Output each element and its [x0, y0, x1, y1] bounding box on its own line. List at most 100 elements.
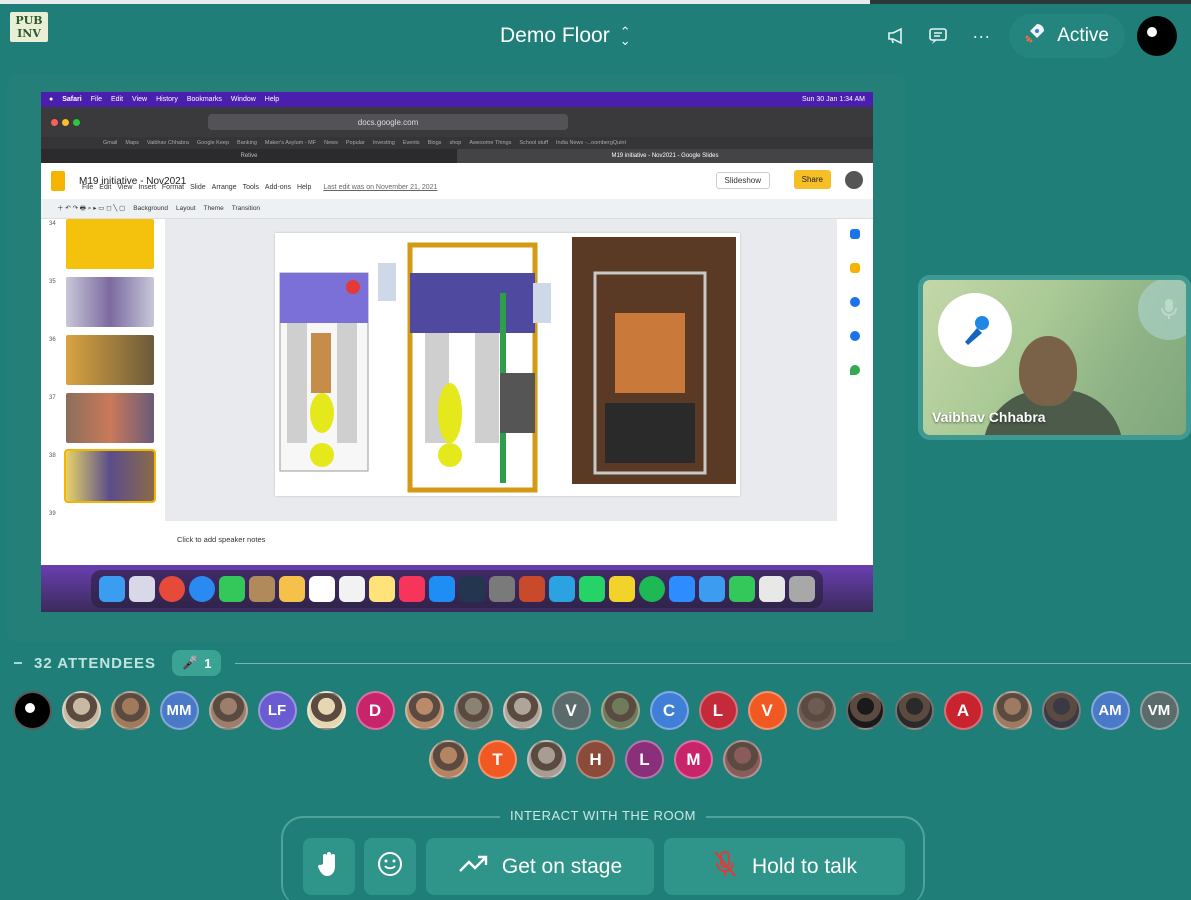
mail-icon — [699, 575, 725, 602]
attendee-avatar[interactable]: V — [551, 691, 591, 730]
attendee-avatar[interactable] — [527, 740, 566, 779]
contacts-app-icon — [249, 575, 275, 602]
tasks-icon — [850, 297, 860, 307]
attendee-avatar[interactable]: L — [698, 691, 738, 730]
mic-off-icon — [712, 849, 738, 885]
mic-status-icon[interactable] — [1138, 280, 1186, 340]
screen-share: ● Safari File Edit View History Bookmark… — [41, 92, 873, 612]
slide-thumb-row: 39 — [41, 509, 165, 567]
attendee-avatar[interactable] — [992, 691, 1032, 730]
last-edit: Last edit was on November 21, 2021 — [323, 184, 438, 191]
attendee-avatar[interactable] — [404, 691, 444, 730]
attendee-initials: H — [589, 749, 602, 769]
slides-avatar — [845, 171, 863, 189]
bookmark-item: Events — [402, 140, 420, 146]
slide-thumb — [66, 277, 154, 327]
attendee-avatar[interactable] — [845, 691, 885, 730]
bookmarks-bar: Gmail Maps Vaibhav Chhabra Google Keep B… — [41, 137, 873, 149]
attendee-avatar[interactable] — [502, 691, 542, 730]
slide-number: 37 — [49, 395, 56, 401]
room-selector[interactable]: Demo Floor ⌃ ⌄ — [500, 20, 631, 52]
bookmark-item: Maker's Asylum - MF — [264, 140, 317, 146]
attendee-avatar[interactable] — [723, 740, 762, 779]
attendee-avatar[interactable]: C — [649, 691, 689, 730]
attendee-avatar[interactable]: M — [674, 740, 713, 779]
slide-thumb-row: 35 — [41, 277, 165, 335]
megaphone-icon[interactable] — [879, 18, 915, 54]
slide-number: 39 — [49, 511, 56, 517]
hold-to-talk-button[interactable]: Hold to talk — [664, 838, 905, 895]
attendee-avatar[interactable] — [453, 691, 493, 730]
attendee-avatar[interactable]: H — [576, 740, 615, 779]
bookmark-item: School stuff — [519, 140, 549, 146]
get-on-stage-button[interactable]: Get on stage — [426, 838, 654, 895]
raise-hand-button[interactable] — [303, 838, 355, 895]
top-strip — [0, 0, 870, 4]
slide-number: 36 — [49, 337, 56, 343]
bookmark-item: India News -...oombergQuint — [556, 140, 627, 146]
attendee-avatar[interactable]: VM — [1139, 691, 1179, 730]
spotify-icon — [639, 575, 665, 602]
menubar-item: File — [90, 96, 102, 103]
apple-icon: ● — [49, 96, 54, 103]
avatar-dot — [24, 703, 35, 713]
toolbar-item: Transition — [231, 205, 261, 212]
chat-icon[interactable] — [921, 18, 957, 54]
attendee-initials: D — [368, 700, 382, 720]
on-stage-badge[interactable]: 🎤 1 — [172, 650, 222, 676]
attendee-row: T H LM — [0, 740, 1191, 779]
attendee-avatar[interactable]: AM — [1090, 691, 1130, 730]
attendee-avatar[interactable]: MM — [159, 691, 199, 730]
my-avatar[interactable] — [1137, 16, 1177, 56]
video-tile[interactable]: Vaibhav Chhabra — [918, 275, 1191, 440]
slide-thumb — [66, 335, 154, 385]
messages-icon — [219, 575, 245, 602]
attendee-avatar[interactable] — [796, 691, 836, 730]
slides-menu-item: Arrange — [211, 184, 237, 191]
settings-icon — [489, 575, 515, 602]
bookmark-item: Banking — [237, 140, 257, 146]
slide-thumb-selected — [64, 449, 156, 503]
top-actions: ··· Active — [879, 14, 1177, 58]
emoji-button[interactable] — [364, 838, 416, 895]
attendee-avatar[interactable] — [894, 691, 934, 730]
speaker-notes: Click to add speaker notes — [165, 521, 837, 565]
attendee-avatar[interactable] — [110, 691, 150, 730]
video-person-head — [1019, 336, 1077, 406]
slides-menu-item: File — [82, 184, 94, 191]
pubinv-logo[interactable]: PUB INV — [10, 12, 48, 42]
zoom-icon — [669, 575, 695, 602]
attendee-avatar[interactable] — [306, 691, 346, 730]
attendee-avatar[interactable] — [1041, 691, 1081, 730]
toolbar-item: Layout — [175, 205, 196, 212]
collapse-toggle[interactable] — [14, 662, 22, 664]
slides-menu: File Edit View Insert Format Slide Arran… — [82, 184, 437, 191]
facetime-icon — [729, 575, 755, 602]
attendee-initials: LF — [267, 702, 287, 719]
url-bar: docs.google.com — [208, 114, 568, 130]
attendee-avatar[interactable] — [208, 691, 248, 730]
attendee-avatar[interactable] — [600, 691, 640, 730]
attendee-initials: T — [492, 749, 503, 769]
contacts-icon — [850, 331, 860, 341]
status-label: Active — [1057, 25, 1109, 46]
attendee-avatar[interactable]: A — [943, 691, 983, 730]
attendee-avatar[interactable]: V — [747, 691, 787, 730]
slideshow-button: Slideshow — [715, 172, 770, 189]
attendee-avatar[interactable]: L — [625, 740, 664, 779]
attendee-avatar[interactable] — [12, 691, 52, 730]
attendee-avatar[interactable]: D — [355, 691, 395, 730]
attendee-avatar[interactable]: T — [478, 740, 517, 779]
attendee-avatar[interactable]: LF — [257, 691, 297, 730]
menubar-item: Bookmarks — [186, 96, 222, 103]
lightroom-icon — [459, 575, 485, 602]
slides-toolbar: ＋ ↶ ↷ 🖶 ⌕ ▸ ▭ ◻ ╲ ▢ Background Layout Th… — [41, 199, 873, 219]
attendee-initials: C — [662, 700, 676, 720]
slides-side-rail — [837, 219, 873, 565]
slides-menu-item: Insert — [138, 184, 156, 191]
status-pill[interactable]: Active — [1009, 14, 1125, 58]
dock-icons — [91, 569, 823, 608]
more-icon[interactable]: ··· — [963, 18, 999, 54]
attendee-avatar[interactable] — [429, 740, 468, 779]
attendee-avatar[interactable] — [61, 691, 101, 730]
